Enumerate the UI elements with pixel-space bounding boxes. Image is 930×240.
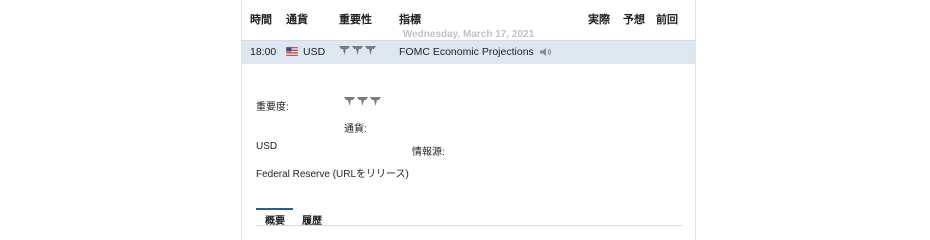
speaker-icon	[539, 48, 551, 57]
importance-rating	[339, 46, 376, 55]
header-currency: 通貨	[286, 14, 308, 26]
event-time: 18:00	[250, 46, 277, 58]
event-name-cell[interactable]: FOMC Economic Projections	[399, 46, 552, 58]
tabs-divider	[256, 225, 682, 226]
currency-label: 通貨:	[344, 124, 367, 135]
bull-icon	[344, 97, 355, 106]
header-forecast: 予想	[623, 14, 645, 26]
bull-icon	[352, 46, 363, 55]
header-time: 時間	[250, 14, 272, 26]
source-link[interactable]: Federal Reserve (URLをリリース)	[256, 165, 409, 180]
row-divider	[242, 63, 695, 64]
importance-label: 重要度:	[256, 102, 289, 113]
bull-icon	[365, 46, 376, 55]
header-previous: 前回	[656, 14, 678, 26]
active-tab-indicator	[256, 208, 293, 210]
economic-calendar-panel: 時間 通貨 重要性 指標 実際 予想 前回 Wednesday, March 1…	[241, 0, 696, 240]
detail-importance-rating	[344, 97, 381, 106]
event-name[interactable]: FOMC Economic Projections	[399, 46, 534, 58]
date-label: Wednesday, March 17, 2021	[402, 29, 535, 40]
event-row[interactable]: 18:00 USD FOMC Economic Projections	[242, 40, 695, 64]
source-label: 情報源:	[412, 147, 445, 158]
us-flag-icon	[286, 47, 298, 56]
bull-icon	[357, 97, 368, 106]
bull-icon	[370, 97, 381, 106]
header-importance: 重要性	[339, 14, 372, 26]
header-indicator: 指標	[399, 14, 421, 26]
event-currency: USD	[303, 46, 326, 58]
currency-value: USD	[256, 141, 278, 152]
header-actual: 実際	[588, 14, 610, 26]
bull-icon	[339, 46, 350, 55]
